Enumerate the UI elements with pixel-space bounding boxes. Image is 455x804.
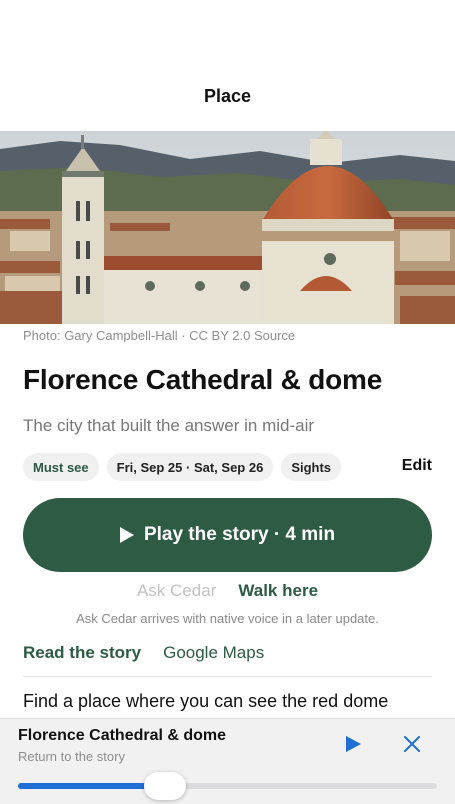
- story-prompt: Find a place where you can see the red d…: [23, 691, 389, 711]
- progress-thumb[interactable]: [143, 772, 186, 800]
- walk-here-button[interactable]: Walk here: [238, 581, 318, 601]
- tag-chips: Must see Fri, Sep 25 · Sat, Sep 26 Sight…: [23, 453, 342, 481]
- edit-button[interactable]: Edit: [402, 457, 432, 475]
- mini-player[interactable]: Florence Cathedral & dome Return to the …: [0, 718, 455, 804]
- place-subtitle: The city that built the answer in mid-ai…: [23, 416, 315, 435]
- play-story-label: Play the story · 4 min: [143, 524, 336, 545]
- read-story-link[interactable]: Read the story: [23, 643, 141, 663]
- close-icon[interactable]: [401, 733, 423, 755]
- play-story-button[interactable]: Play the story · 4 min: [23, 498, 432, 572]
- photo-credit[interactable]: Photo: Gary Campbell-Hall · CC BY 2.0 So…: [23, 328, 295, 343]
- chip-must-see: Must see: [23, 453, 99, 481]
- story-actions: Ask Cedar Walk here: [0, 581, 455, 601]
- progress-fill: [18, 783, 165, 789]
- play-icon[interactable]: [346, 736, 361, 752]
- page-title: Place: [203, 86, 252, 106]
- chip-category: Sights: [281, 453, 342, 481]
- ask-cedar-button[interactable]: Ask Cedar: [137, 581, 216, 601]
- story-links: Read the story Google Maps: [23, 643, 264, 663]
- place-title: Florence Cathedral & dome: [23, 364, 383, 395]
- google-maps-link[interactable]: Google Maps: [163, 643, 264, 663]
- hero-photo: [0, 131, 455, 324]
- chip-dates: Fri, Sep 25 · Sat, Sep 26: [106, 453, 274, 481]
- divider: [23, 676, 432, 677]
- play-icon: [119, 527, 134, 543]
- ask-cedar-note: Ask Cedar arrives with native voice in a…: [76, 611, 379, 626]
- mini-player-subtitle[interactable]: Return to the story: [18, 749, 125, 764]
- progress-track[interactable]: [18, 772, 437, 800]
- mini-player-title: Florence Cathedral & dome: [18, 727, 227, 744]
